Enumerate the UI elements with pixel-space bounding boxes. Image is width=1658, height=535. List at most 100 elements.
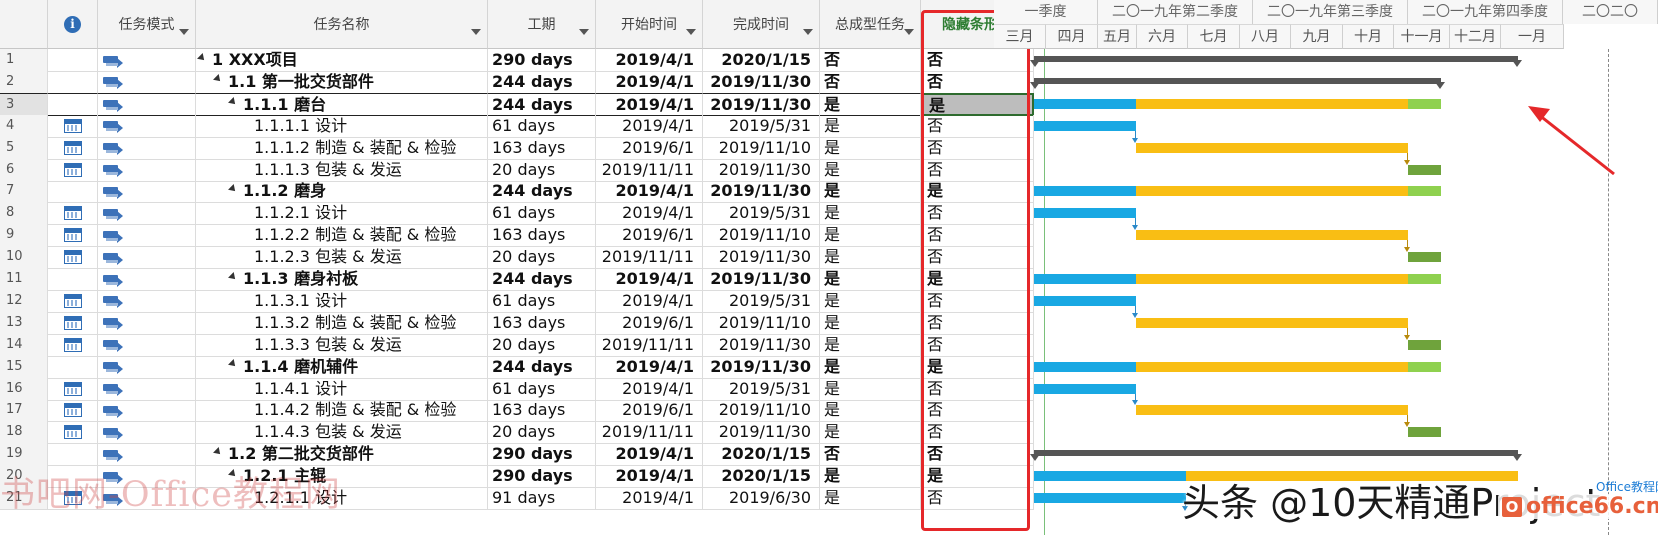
summary-bar[interactable] xyxy=(1029,77,1446,89)
start-column-header[interactable]: 开始时间 xyxy=(596,0,703,49)
table-row[interactable]: 13 1.1.3.2 制造 & 装配 & 检验 163 days 2019/6/1 20… xyxy=(0,311,1034,335)
duration-cell[interactable]: 20 days xyxy=(488,333,596,357)
summary-bar[interactable] xyxy=(1029,450,1523,462)
row-number[interactable]: 9 xyxy=(0,224,48,248)
row-number[interactable]: 7 xyxy=(0,180,48,204)
duration-cell[interactable]: 163 days xyxy=(488,224,596,248)
ship-bar[interactable] xyxy=(1408,339,1442,350)
hide-bar-cell[interactable]: 否 xyxy=(921,443,1034,467)
task-mode-cell[interactable] xyxy=(98,399,196,423)
finish-cell[interactable]: 2020/1/15 xyxy=(703,465,820,489)
ship-bar[interactable] xyxy=(1408,164,1442,175)
finish-cell[interactable]: 2019/5/31 xyxy=(703,289,820,313)
start-cell[interactable]: 2019/6/1 xyxy=(596,399,703,423)
task-mode-cell[interactable] xyxy=(98,202,196,226)
hide-bar-cell[interactable]: 是 xyxy=(921,465,1034,489)
start-cell[interactable]: 2019/4/1 xyxy=(596,268,703,291)
summary-task-cell[interactable]: 是 xyxy=(820,465,921,489)
summary-task-cell[interactable]: 是 xyxy=(820,180,921,204)
table-row[interactable]: 6 1.1.1.3 包装 & 发运 20 days 2019/11/11 2019/11… xyxy=(0,158,1034,182)
task-mode-cell[interactable] xyxy=(98,355,196,379)
summary-task-cell[interactable]: 是 xyxy=(820,268,921,291)
chevron-down-icon[interactable] xyxy=(904,29,914,35)
row-number[interactable]: 12 xyxy=(0,289,48,313)
summary-bar[interactable] xyxy=(1029,56,1523,67)
summary-task-cell[interactable]: 是 xyxy=(820,202,921,226)
start-cell[interactable]: 2019/4/1 xyxy=(596,465,703,489)
start-cell[interactable]: 2019/6/1 xyxy=(596,224,703,248)
task-mode-cell[interactable] xyxy=(98,224,196,248)
summary-task-cell[interactable]: 是 xyxy=(820,421,921,445)
summary-task-cell[interactable]: 是 xyxy=(820,158,921,182)
task-mode-cell[interactable] xyxy=(98,49,196,72)
start-cell[interactable]: 2019/4/1 xyxy=(596,377,703,401)
task-name-cell[interactable]: 1.2 第二批交货部件 xyxy=(196,443,488,467)
ship-bar[interactable] xyxy=(1408,252,1442,263)
task-name-cell[interactable]: 1.2.1.1 设计 xyxy=(196,487,488,510)
row-number[interactable]: 10 xyxy=(0,246,48,270)
task-name-cell[interactable]: 1.1.4.2 制造 & 装配 & 检验 xyxy=(196,399,488,423)
task-name-cell[interactable]: 1.1 第一批交货部件 xyxy=(196,70,488,94)
summary-task-cell[interactable]: 是 xyxy=(820,377,921,401)
start-cell[interactable]: 2019/4/1 xyxy=(596,49,703,72)
duration-cell[interactable]: 163 days xyxy=(488,311,596,335)
hide-bar-cell[interactable]: 否 xyxy=(921,421,1034,445)
start-cell[interactable]: 2019/4/1 xyxy=(596,114,703,138)
finish-cell[interactable]: 2019/11/30 xyxy=(703,421,820,445)
table-row[interactable]: 10 1.1.2.3 包装 & 发运 20 days 2019/11/11 2019/1… xyxy=(0,246,1034,270)
task-name-cell[interactable]: 1.1.2.1 设计 xyxy=(196,202,488,226)
duration-cell[interactable]: 61 days xyxy=(488,202,596,226)
start-cell[interactable]: 2019/6/1 xyxy=(596,311,703,335)
table-row[interactable]: 11 XXX项目 290 days 2019/4/1 2020/1/15 否否 xyxy=(0,49,1034,72)
start-cell[interactable]: 2019/4/1 xyxy=(596,180,703,204)
finish-cell[interactable]: 2019/5/31 xyxy=(703,202,820,226)
finish-cell[interactable]: 2019/5/31 xyxy=(703,114,820,138)
summary-task-cell[interactable]: 否 xyxy=(820,443,921,467)
duration-cell[interactable]: 290 days xyxy=(488,443,596,467)
duration-cell[interactable]: 290 days xyxy=(488,465,596,489)
collapse-triangle-icon[interactable] xyxy=(197,52,207,63)
task-name-cell[interactable]: 1.2.1 主辊 xyxy=(196,465,488,489)
row-number[interactable]: 19 xyxy=(0,443,48,467)
row-number[interactable]: 17 xyxy=(0,399,48,423)
task-mode-cell[interactable] xyxy=(98,333,196,357)
rolled-up-ship-bar[interactable] xyxy=(1408,186,1442,197)
hide-bar-cell[interactable]: 否 xyxy=(921,70,1034,94)
summary-task-cell[interactable]: 是 xyxy=(820,355,921,379)
duration-cell[interactable]: 91 days xyxy=(488,487,596,510)
summary-task-cell[interactable]: 否 xyxy=(820,70,921,94)
hide-bar-cell[interactable]: 否 xyxy=(921,333,1034,357)
design-bar[interactable] xyxy=(1034,493,1186,503)
table-row[interactable]: 9 1.1.2.2 制造 & 装配 & 检验 163 days 2019/6/1 201… xyxy=(0,224,1034,248)
task-mode-cell[interactable] xyxy=(98,70,196,94)
finish-cell[interactable]: 2019/11/30 xyxy=(703,355,820,379)
task-mode-cell[interactable] xyxy=(98,268,196,291)
start-cell[interactable]: 2019/4/1 xyxy=(596,443,703,467)
summary-task-cell[interactable]: 是 xyxy=(820,224,921,248)
collapse-triangle-icon[interactable] xyxy=(228,468,238,479)
design-bar[interactable] xyxy=(1034,208,1136,219)
table-row[interactable]: 17 1.1.4.2 制造 & 装配 & 检验 163 days 2019/6/1 20… xyxy=(0,399,1034,423)
duration-cell[interactable]: 244 days xyxy=(488,268,596,291)
start-cell[interactable]: 2019/4/1 xyxy=(596,487,703,510)
hide-bar-cell[interactable]: 否 xyxy=(921,202,1034,226)
rolled-up-manufacture-bar[interactable] xyxy=(1185,471,1519,482)
finish-cell[interactable]: 2019/11/10 xyxy=(703,311,820,335)
table-row[interactable]: 7 1.1.2 磨身 244 days 2019/4/1 2019/11/30 是是 xyxy=(0,180,1034,204)
table-row[interactable]: 16 1.1.4.1 设计 61 days 2019/4/1 2019/5/31 是否 xyxy=(0,377,1034,401)
duration-cell[interactable]: 20 days xyxy=(488,246,596,270)
rolled-up-design-bar[interactable] xyxy=(1034,274,1136,284)
hide-bar-cell[interactable]: 否 xyxy=(921,289,1034,313)
hide-bar-cell[interactable]: 否 xyxy=(921,377,1034,401)
start-cell[interactable]: 2019/4/1 xyxy=(596,202,703,226)
duration-cell[interactable]: 61 days xyxy=(488,377,596,401)
task-name-cell[interactable]: 1.1.4 磨机辅件 xyxy=(196,355,488,379)
duration-cell[interactable]: 20 days xyxy=(488,421,596,445)
row-number[interactable]: 3 xyxy=(0,92,48,116)
duration-cell[interactable]: 163 days xyxy=(488,399,596,423)
start-cell[interactable]: 2019/4/1 xyxy=(596,355,703,379)
table-row[interactable]: 18 1.1.4.3 包装 & 发运 20 days 2019/11/11 2019/1… xyxy=(0,421,1034,445)
start-cell[interactable]: 2019/4/1 xyxy=(596,70,703,94)
task-mode-cell[interactable] xyxy=(98,421,196,445)
task-name-cell[interactable]: 1.1.3.2 制造 & 装配 & 检验 xyxy=(196,311,488,335)
